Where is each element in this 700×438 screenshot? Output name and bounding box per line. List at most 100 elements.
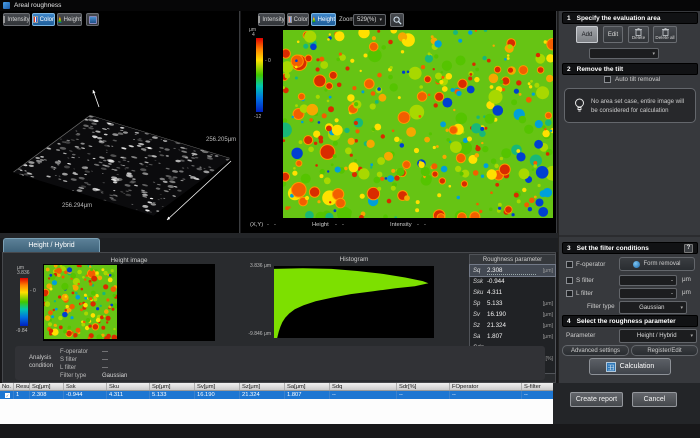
status-height-label: Height: [312, 223, 329, 229]
app-icon: [3, 2, 10, 9]
right-panel: 1Specify the evaluation area Add Edit De…: [558, 11, 700, 383]
calculation-button[interactable]: Calculation: [589, 358, 671, 375]
roughness-row-sz[interactable]: Sz21.324[μm]: [470, 320, 555, 331]
map-height-button[interactable]: Height: [311, 13, 336, 26]
viewport-3d: 256.205μm 256.294μm Intensity Color Heig…: [0, 11, 240, 233]
filter-type-select[interactable]: Gaussian▾: [619, 301, 687, 314]
form-removal-button[interactable]: Form removal: [619, 257, 695, 271]
chevron-down-icon: ▾: [652, 51, 655, 57]
magnifier-icon: [393, 16, 402, 25]
table-header: No. Result Sq[μm] Ssk Sku Sp[μm] Sv[μm] …: [0, 383, 553, 391]
intensity-icon: [3, 16, 5, 23]
status-intensity-v1: -: [417, 223, 419, 229]
analysis-l-filter: L filter---: [60, 364, 127, 372]
status-xy-v2: -: [274, 223, 276, 229]
hi-color-scale-bar: [20, 278, 28, 326]
height-color-map[interactable]: [283, 30, 553, 218]
analysis-label-2: condition: [29, 363, 53, 369]
map-scale-zero: - 0: [265, 59, 271, 64]
edit-area-button[interactable]: Edit: [603, 26, 623, 43]
intensity-icon: [258, 16, 260, 23]
register-edit-button[interactable]: Register/Edit: [631, 345, 698, 356]
advanced-settings-button[interactable]: Advanced settings: [562, 345, 629, 356]
l-filter-label: L filter: [576, 291, 593, 297]
roughness-row-sv[interactable]: Sv16.190[μm]: [470, 309, 555, 320]
auto-tilt-checkbox[interactable]: [604, 76, 611, 83]
chevron-down-icon: ▾: [680, 305, 683, 311]
status-xy-label: (X,Y): [250, 223, 263, 229]
auto-tilt-label: Auto tilt removal: [615, 77, 660, 83]
lightbulb-icon: [574, 98, 585, 114]
map-color-button[interactable]: Color: [287, 13, 309, 26]
section3-header: 3Set the filter conditions ?: [562, 242, 698, 254]
map-color-scale-bar: [256, 38, 263, 112]
add-area-button[interactable]: Add: [576, 26, 598, 43]
analysis-filter-type: Filter typeGaussian: [60, 372, 127, 380]
roughness-row-sq[interactable]: Sq2.308[μm]: [470, 265, 555, 276]
s-filter-unit: μm: [682, 277, 691, 283]
status-intensity-label: Intensity: [390, 223, 412, 229]
histogram-frame: [274, 266, 434, 338]
parameter-select[interactable]: Height / Hybrid▾: [619, 329, 697, 343]
hi-scale-top: 3.836: [17, 271, 30, 276]
height-icon: [58, 16, 62, 23]
roughness-row-ssk[interactable]: Ssk-0.944: [470, 276, 555, 287]
histogram-plot: [274, 266, 434, 338]
help-button[interactable]: ?: [684, 244, 693, 253]
panel-divider: [559, 235, 700, 237]
zoom-select[interactable]: 529(%)▾: [353, 14, 386, 26]
section1-header: 1Specify the evaluation area: [562, 12, 698, 24]
status-xy-v1: -: [267, 223, 269, 229]
magnify-button[interactable]: [390, 13, 404, 27]
row-checkbox[interactable]: ✓: [0, 391, 14, 399]
view-option-icon: [89, 16, 97, 24]
title-bar: Areal roughness: [0, 0, 700, 11]
map-scale-bottom: -12: [254, 115, 261, 120]
roughness-parameter-title: Roughness parameter: [470, 255, 555, 265]
3d-height-button[interactable]: Height: [57, 13, 82, 26]
3d-dimension-arrows: [0, 11, 240, 233]
3d-view-option-button[interactable]: [86, 13, 99, 26]
chevron-down-icon: ▾: [379, 17, 382, 23]
analysis-condition-box: Analysis condition F-operator--- S filte…: [15, 346, 545, 380]
color-icon: [33, 16, 38, 23]
analysis-f-operator: F-operator---: [60, 348, 127, 356]
s-filter-label: S filter: [576, 278, 594, 284]
window-title: Areal roughness: [14, 2, 61, 9]
area-list-select[interactable]: ▾: [589, 48, 659, 59]
map-scale-top: 4: [252, 33, 255, 38]
delete-area-button[interactable]: Delete: [628, 26, 649, 43]
s-filter-checkbox[interactable]: [566, 277, 573, 284]
roughness-row-sa[interactable]: Sa1.807[μm]: [470, 331, 555, 342]
parameter-label: Parameter: [566, 333, 595, 339]
calculator-icon: [606, 362, 616, 372]
color-icon: [288, 16, 292, 23]
app-window: Areal roughness 256.205μm 256.294μm Inte…: [0, 0, 700, 438]
height-image[interactable]: [44, 265, 117, 339]
cancel-button[interactable]: Cancel: [632, 392, 677, 407]
roughness-row-sp[interactable]: Sp5.133[μm]: [470, 298, 555, 309]
hint-box: No area set case, entire image will be c…: [564, 88, 696, 123]
analysis-s-filter: S filter---: [60, 356, 127, 364]
table-row[interactable]: ✓ 1 2.308 -0.944 4.311 5.133 16.190 21.3…: [0, 391, 553, 399]
status-height-v2: -: [342, 223, 344, 229]
height-icon: [312, 16, 316, 23]
tab-height-hybrid[interactable]: Height / Hybrid: [3, 238, 100, 252]
f-operator-checkbox[interactable]: [566, 261, 573, 268]
s-filter-input[interactable]: -: [619, 275, 677, 286]
section2-header: 2Remove the tilt: [562, 63, 698, 75]
footer-panel: Create report Cancel: [553, 383, 700, 424]
l-filter-checkbox[interactable]: [566, 290, 573, 297]
3d-intensity-button[interactable]: Intensity: [3, 13, 30, 26]
roughness-row-sku[interactable]: Sku4.311: [470, 287, 555, 298]
3d-color-button[interactable]: Color: [32, 13, 55, 26]
analysis-label-1: Analysis: [29, 355, 51, 361]
histogram-bottom-label: -9.846 μm: [231, 332, 271, 337]
l-filter-input[interactable]: -: [619, 288, 677, 299]
hint-line2: be considered for calculation: [591, 108, 693, 114]
create-report-button[interactable]: Create report: [570, 392, 623, 407]
delete-all-areas-button[interactable]: Delete all: [653, 26, 677, 43]
histogram-title: Histogram: [274, 257, 434, 263]
map-intensity-button[interactable]: Intensity: [258, 13, 285, 26]
histogram-top-label: 3.836 μm: [231, 264, 271, 269]
